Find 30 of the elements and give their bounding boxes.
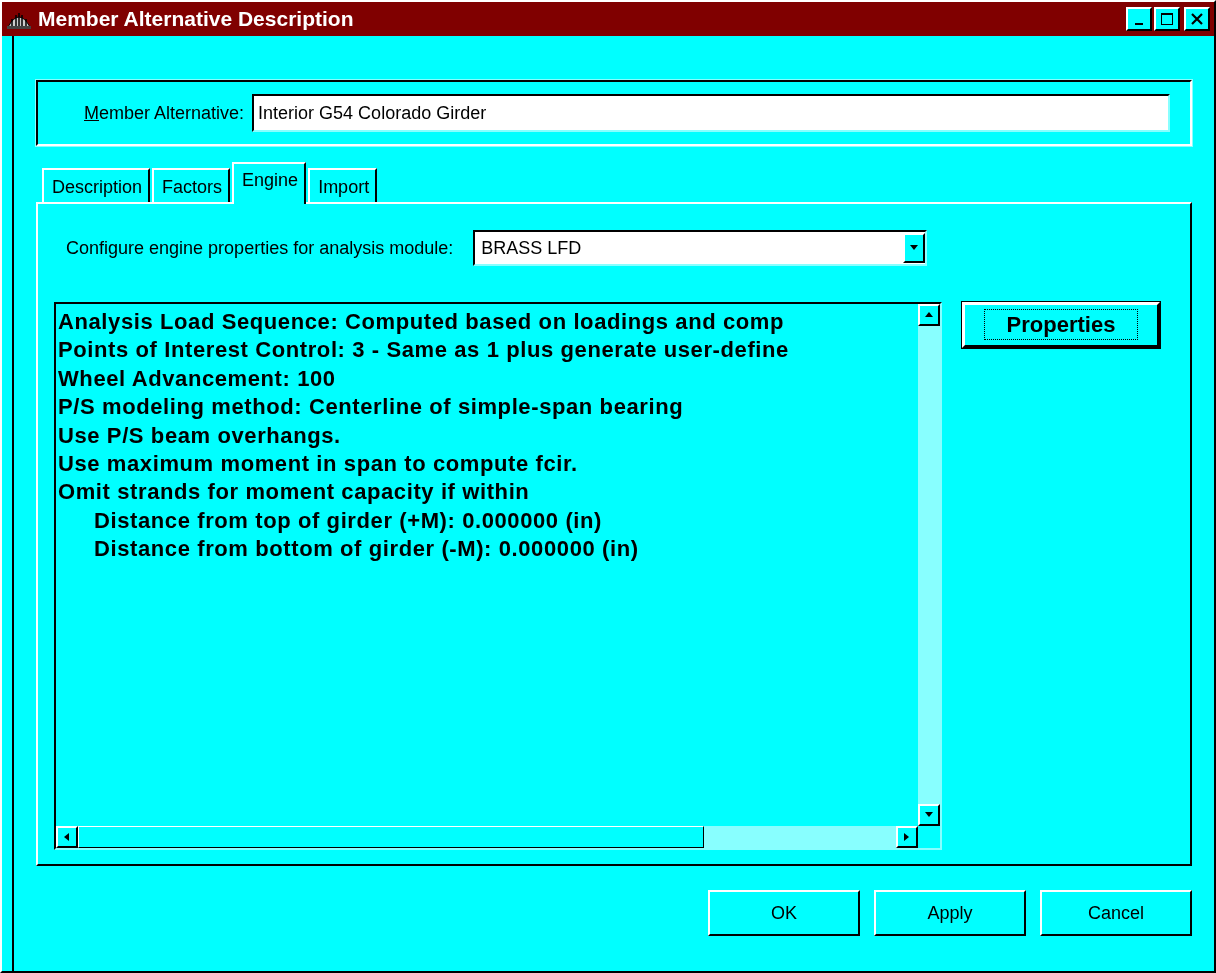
dialog-button[interactable]: Apply [874,890,1026,936]
tab[interactable]: Factors [152,168,231,202]
minimize-icon [1135,23,1143,25]
property-line: Omit strands for moment capacity if within [58,478,531,507]
property-line: P/S modeling method: Centerline of simple-span bearing [58,393,685,422]
module-dropdown[interactable]: BRASS LFD [473,230,928,266]
tab[interactable]: Engine [232,162,307,204]
dialog-button[interactable]: OK [708,890,860,936]
dialog-button[interactable]: Cancel [1040,890,1192,936]
tab[interactable]: Import [308,168,378,202]
properties-button[interactable]: Properties [962,302,1160,348]
tab[interactable]: Description [42,168,151,202]
property-line: Use maximum moment in span to compute fcir. [58,450,579,479]
property-line: Use P/S beam overhangs. [58,421,342,450]
minimize-button[interactable] [1126,7,1152,31]
property-line: Distance from top of girder (+M): 0.000000 (in) [93,506,603,535]
property-line: Points of Interest Control: 3 - Same as 1 plus generate user-define [58,336,790,365]
horizontal-scrollbar[interactable] [56,826,918,848]
maximize-icon [1160,12,1174,26]
maximize-button[interactable] [1154,7,1180,31]
vertical-scrollbar[interactable] [918,304,940,826]
window-title: Member Alternative Description [38,7,355,31]
property-line: Distance from bottom of girder (-M): 0.000000 (in) [93,535,640,564]
close-icon [1190,13,1204,25]
member-alternative-field[interactable]: Interior G54 Colorado Girder [252,94,1170,132]
module-label: Configure engine properties for analysis module: [66,237,454,259]
property-line: Wheel Advancement: 100 [58,364,337,393]
close-button[interactable] [1184,7,1210,31]
member-alternative-label: Member Alternative: [84,102,245,124]
property-line: Analysis Load Sequence: Computed based on loadings and comp [58,308,786,336]
